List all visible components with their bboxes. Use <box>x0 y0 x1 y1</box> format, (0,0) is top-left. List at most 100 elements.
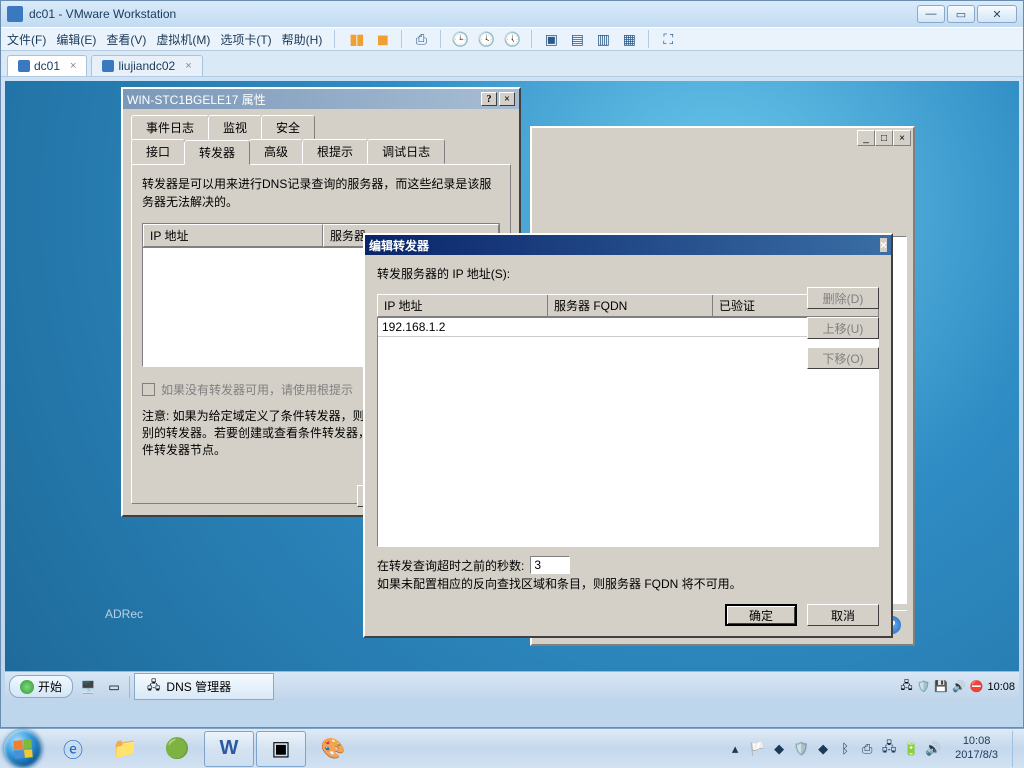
cancel-button[interactable]: 取消 <box>807 604 879 626</box>
quicklaunch-desktop-icon[interactable]: ▭ <box>103 676 125 698</box>
pause-icon[interactable]: ▮▮ <box>347 30 365 48</box>
stop-icon[interactable]: ◼ <box>373 30 391 48</box>
close-tab-icon[interactable]: × <box>185 60 191 72</box>
snapshot-manage-icon[interactable]: 🕔 <box>503 30 521 48</box>
move-up-button[interactable]: 上移(U) <box>807 317 879 339</box>
close-button[interactable]: × <box>880 238 887 252</box>
pin-word[interactable]: W <box>204 731 254 767</box>
folder-icon: 📁 <box>113 736 138 761</box>
forwarders-description: 转发器是可以用来进行DNS记录查询的服务器，而这些纪录是该服务器无法解决的。 <box>142 175 500 211</box>
tab-debuglog[interactable]: 调试日志 <box>367 139 445 164</box>
vm-tab-liujiandc02[interactable]: liujiandc02 × <box>91 55 202 76</box>
tray-volume-icon[interactable]: 🔊 <box>952 680 966 693</box>
pin-explorer[interactable]: 📁 <box>100 731 150 767</box>
forwarders-list[interactable] <box>377 317 879 547</box>
timeout-input[interactable] <box>530 556 570 574</box>
chrome-icon: 🟢 <box>165 736 190 761</box>
tray-shield-icon[interactable]: 🛡️ <box>917 680 931 693</box>
tray-chevron-icon[interactable]: ▴ <box>727 741 743 757</box>
menu-edit[interactable]: 编辑(E) <box>56 31 96 48</box>
pin-ie[interactable]: ⓔ <box>48 731 98 767</box>
dialog-titlebar[interactable]: WIN-STC1BGELE17 属性 ? × <box>123 89 519 109</box>
list-item[interactable] <box>378 318 878 337</box>
menu-view[interactable]: 查看(V) <box>106 31 146 48</box>
tab-security[interactable]: 安全 <box>261 115 315 140</box>
pin-chrome[interactable]: 🟢 <box>152 731 202 767</box>
paint-icon: 🎨 <box>321 736 346 761</box>
tab-forwarders[interactable]: 转发器 <box>184 140 250 165</box>
tray-app-icon[interactable]: ◆ <box>771 741 787 757</box>
view-console-icon[interactable]: ▣ <box>542 30 560 48</box>
tray-shield-icon[interactable]: 🛡️ <box>793 741 809 757</box>
separator <box>440 30 441 48</box>
tray-volume-icon[interactable]: 🔊 <box>925 741 941 757</box>
help-button[interactable]: ? <box>481 92 497 106</box>
menu-file[interactable]: 文件(F) <box>7 31 46 48</box>
close-button[interactable]: ✕ <box>977 5 1017 23</box>
host-taskbar: ⓔ 📁 🟢 W ▣ 🎨 ▴ 🏳️ ◆ 🛡️ ◆ ᛒ ⎙ 🖧 🔋 🔊 10:08 … <box>0 728 1024 768</box>
tray-alert-icon[interactable]: ⛔ <box>970 680 984 693</box>
tray-bt-icon[interactable]: ᛒ <box>837 741 853 757</box>
col-ip[interactable]: IP 地址 <box>143 224 323 247</box>
maximize-button[interactable]: □ <box>875 130 893 146</box>
dialog-titlebar[interactable]: 编辑转发器 × <box>365 235 891 255</box>
close-button[interactable]: × <box>499 92 515 106</box>
guest-desktop[interactable]: ADRec _ □ × ? WIN-STC1BGELE17 属性 ? <box>5 81 1019 701</box>
tray-app2-icon[interactable]: ◆ <box>815 741 831 757</box>
maximize-button[interactable]: ▭ <box>947 5 975 23</box>
dns-icon: 🖧 <box>147 676 160 697</box>
tray-device-icon[interactable]: 💾 <box>934 680 948 693</box>
view-thumbnail-icon[interactable]: ▥ <box>594 30 612 48</box>
move-down-button[interactable]: 下移(O) <box>807 347 879 369</box>
guest-taskbar: 开始 🖥️ ▭ 🖧 DNS 管理器 🖧 🛡️ 💾 🔊 ⛔ 10:08 <box>5 671 1019 701</box>
close-tab-icon[interactable]: × <box>70 60 76 72</box>
taskbar-item-dns[interactable]: 🖧 DNS 管理器 <box>134 673 274 700</box>
menu-tabs[interactable]: 选项卡(T) <box>220 31 271 48</box>
snapshot-take-icon[interactable]: 🕒 <box>451 30 469 48</box>
menu-help[interactable]: 帮助(H) <box>282 31 323 48</box>
vmware-icon <box>7 6 23 22</box>
vmware-toolbar: ▮▮ ◼ ⎙ 🕒 🕓 🕔 ▣ ▤ ▥ ▦ ⛶ <box>347 30 677 48</box>
guest-clock[interactable]: 10:08 <box>987 681 1015 693</box>
delete-button[interactable]: 删除(D) <box>807 287 879 309</box>
tray-power-icon[interactable]: 🔋 <box>903 741 919 757</box>
use-root-hints-checkbox[interactable] <box>142 383 155 396</box>
clock-date: 2017/8/3 <box>955 749 998 762</box>
minimize-button[interactable]: _ <box>857 130 875 146</box>
snapshot-revert-icon[interactable]: 🕓 <box>477 30 495 48</box>
tab-eventlog[interactable]: 事件日志 <box>131 115 209 140</box>
pin-paint[interactable]: 🎨 <box>308 731 358 767</box>
tab-advanced[interactable]: 高级 <box>249 139 303 164</box>
host-clock[interactable]: 10:08 2017/8/3 <box>947 735 1006 761</box>
clock-time: 10:08 <box>955 735 998 748</box>
vmware-tabbar: dc01 × liujiandc02 × <box>1 51 1023 77</box>
tab-roothints[interactable]: 根提示 <box>302 139 368 164</box>
minimize-button[interactable]: — <box>917 5 945 23</box>
start-button[interactable]: 开始 <box>9 675 73 698</box>
ip-input[interactable] <box>378 318 548 336</box>
taskbar-item-label: DNS 管理器 <box>166 678 231 695</box>
tab-interface[interactable]: 接口 <box>131 139 185 164</box>
snapshot-icon[interactable]: ⎙ <box>412 30 430 48</box>
separator <box>401 30 402 48</box>
view-fullscreen-icon[interactable]: ▦ <box>620 30 638 48</box>
vm-content[interactable]: ADRec _ □ × ? WIN-STC1BGELE17 属性 ? <box>5 81 1019 701</box>
fullscreen-icon[interactable]: ⛶ <box>659 30 677 48</box>
vm-tab-dc01[interactable]: dc01 × <box>7 55 87 76</box>
tray-flag-icon[interactable]: 🏳️ <box>749 741 765 757</box>
ok-button[interactable]: 确定 <box>725 604 797 626</box>
pin-vmware[interactable]: ▣ <box>256 731 306 767</box>
col-ip[interactable]: IP 地址 <box>378 295 548 316</box>
tray-network-icon[interactable]: 🖧 <box>900 677 912 696</box>
show-desktop-button[interactable] <box>1012 731 1020 767</box>
col-fqdn[interactable]: 服务器 FQDN <box>548 295 713 316</box>
start-orb[interactable] <box>4 730 42 768</box>
tab-monitor[interactable]: 监视 <box>208 115 262 140</box>
tray-usb-icon[interactable]: ⎙ <box>859 741 875 757</box>
tray-net-icon[interactable]: 🖧 <box>881 741 897 757</box>
quicklaunch-server-icon[interactable]: 🖥️ <box>77 676 99 698</box>
view-unity-icon[interactable]: ▤ <box>568 30 586 48</box>
close-button[interactable]: × <box>893 130 911 146</box>
menu-vm[interactable]: 虚拟机(M) <box>156 31 210 48</box>
vmware-titlebar[interactable]: dc01 - VMware Workstation — ▭ ✕ <box>1 1 1023 27</box>
